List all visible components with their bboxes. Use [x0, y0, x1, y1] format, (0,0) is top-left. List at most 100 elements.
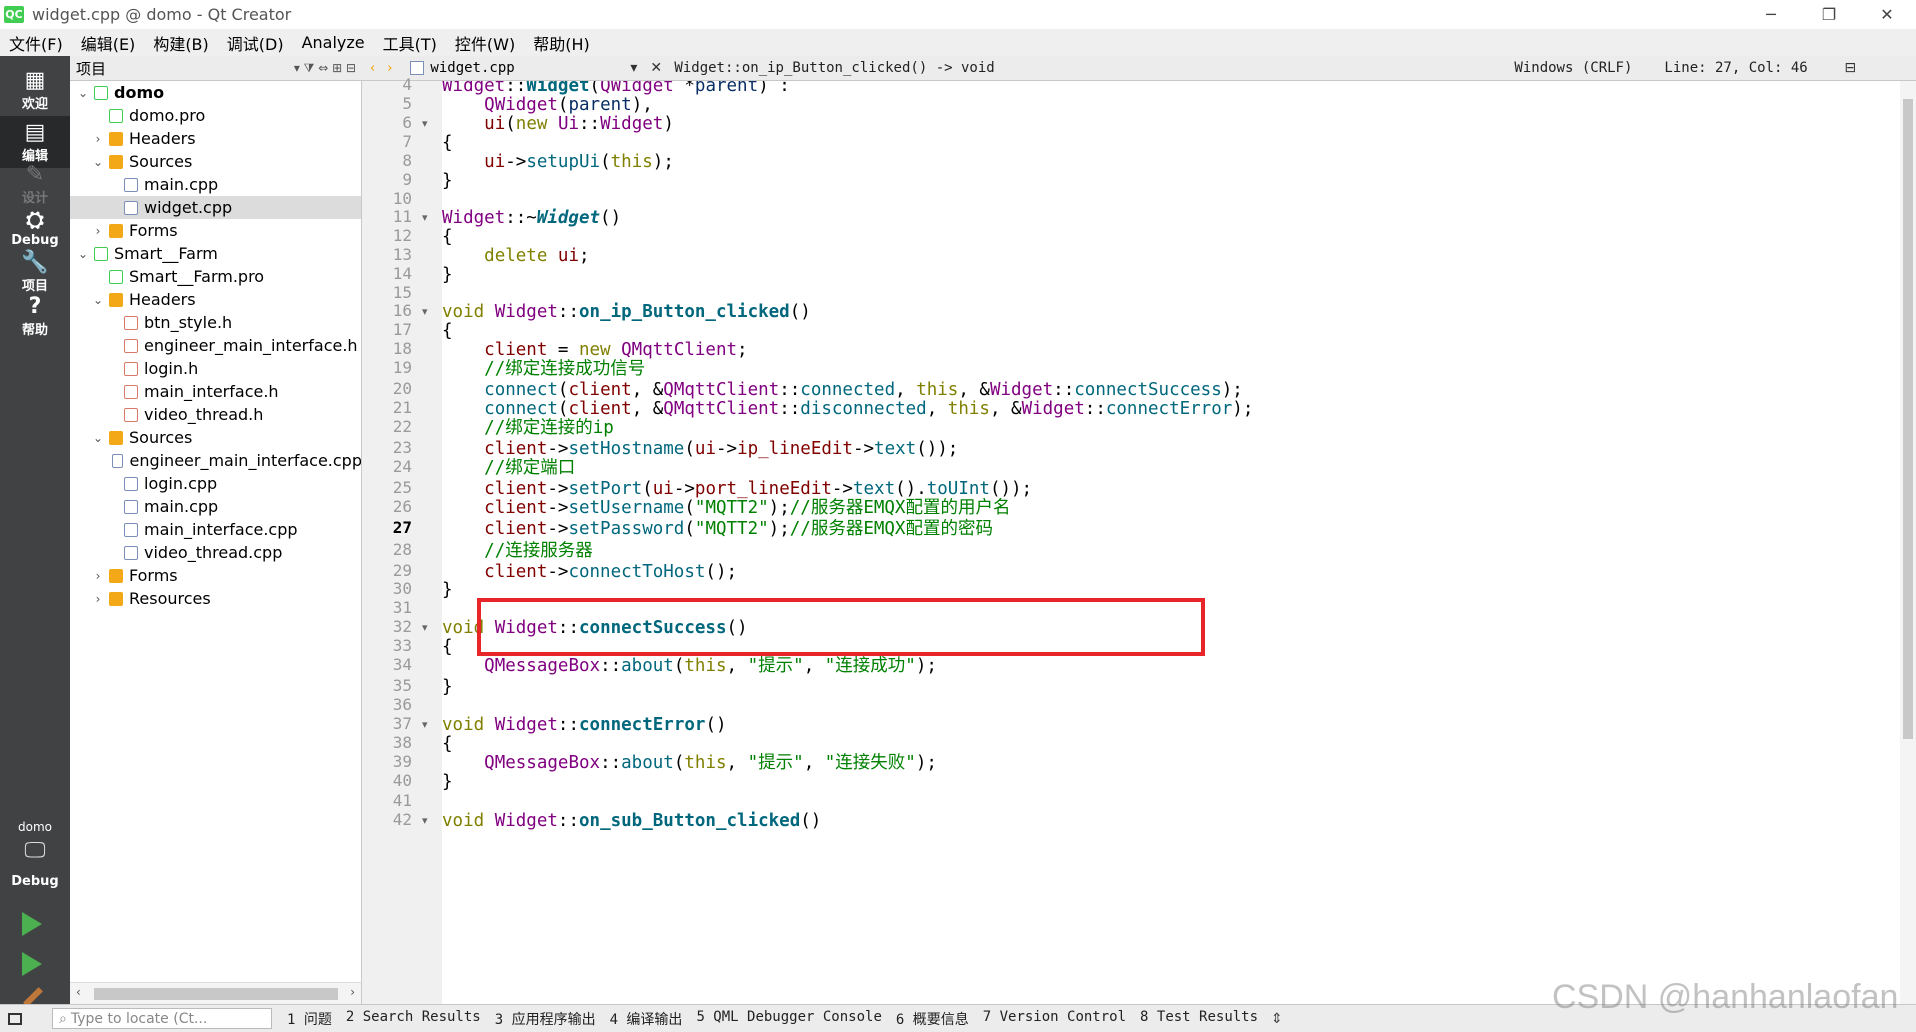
split-editor-icon[interactable]: ⊟: [1844, 60, 1856, 76]
expand-arrow-icon[interactable]: ⌄: [91, 293, 105, 307]
restore-icon[interactable]: ❐: [1800, 0, 1858, 29]
output-pane-tab[interactable]: 5 QML Debugger Console: [689, 1009, 888, 1029]
code-line[interactable]: //绑定连接的ip: [442, 417, 614, 439]
open-file-selector[interactable]: widget.cpp: [430, 60, 630, 76]
project-panel-title[interactable]: 项目: [76, 58, 106, 79]
scroll-right-icon[interactable]: ›: [350, 985, 355, 999]
more-panes-icon[interactable]: ⇕: [1271, 1011, 1283, 1027]
menu-item[interactable]: 工具(T): [374, 31, 446, 55]
fold-marker-icon[interactable]: ▾: [422, 211, 428, 224]
code-line[interactable]: ui->setupUi(this);: [442, 151, 674, 173]
nav-back-icon[interactable]: ‹: [370, 61, 375, 76]
expand-arrow-icon[interactable]: ›: [91, 132, 105, 146]
tree-item[interactable]: › Forms: [70, 219, 361, 242]
nav-forward-icon[interactable]: ›: [387, 61, 392, 76]
code-line[interactable]: }: [442, 676, 453, 698]
file-dropdown-icon[interactable]: ▾: [630, 60, 650, 76]
output-pane-tab[interactable]: 1 问题: [280, 1009, 339, 1029]
tree-item[interactable]: ⌄ Smart__Farm: [70, 242, 361, 265]
code-line[interactable]: delete ui;: [442, 245, 589, 267]
code-line[interactable]: client->connectToHost();: [442, 561, 737, 583]
menu-item[interactable]: 构建(B): [144, 31, 217, 55]
tree-item[interactable]: engineer_main_interface.cpp: [70, 449, 361, 472]
code-line[interactable]: }: [442, 170, 453, 192]
expand-arrow-icon[interactable]: ›: [91, 224, 105, 238]
tree-item[interactable]: › Headers: [70, 127, 361, 150]
mode-button[interactable]: ▦ 欢迎: [0, 64, 70, 116]
symbol-selector[interactable]: Widget::on_ip_Button_clicked() -> void: [674, 60, 1514, 76]
output-pane-tab[interactable]: 3 应用程序输出: [488, 1009, 603, 1029]
scrollbar-thumb[interactable]: [1903, 99, 1913, 739]
expand-arrow-icon[interactable]: ⌄: [76, 247, 90, 261]
run-icon[interactable]: [22, 912, 42, 936]
code-editor[interactable]: Widget::Widget(QWidget *parent) : QWidge…: [442, 81, 1900, 1004]
tree-item[interactable]: login.cpp: [70, 472, 361, 495]
mode-button[interactable]: ? 帮助: [0, 290, 70, 342]
code-line[interactable]: }: [442, 771, 453, 793]
tree-item[interactable]: widget.cpp: [70, 196, 361, 219]
code-line[interactable]: client->setPassword("MQTT2");//服务器EMQX配置…: [442, 518, 993, 540]
expand-arrow-icon[interactable]: ⌄: [91, 155, 105, 169]
tree-item[interactable]: video_thread.cpp: [70, 541, 361, 564]
code-line[interactable]: void Widget::on_sub_Button_clicked(): [442, 810, 821, 832]
output-pane-tab[interactable]: 8 Test Results: [1133, 1009, 1265, 1029]
menu-item[interactable]: 帮助(H): [524, 31, 599, 55]
tree-item[interactable]: ⌄ Headers: [70, 288, 361, 311]
tree-item[interactable]: main.cpp: [70, 495, 361, 518]
code-line[interactable]: //绑定端口: [442, 457, 575, 479]
close-file-icon[interactable]: ✕: [650, 60, 670, 76]
menu-item[interactable]: 控件(W): [446, 31, 524, 55]
locator-input[interactable]: ⌕ Type to locate (Ct...: [52, 1008, 272, 1029]
fold-marker-icon[interactable]: ▾: [422, 814, 428, 827]
code-line[interactable]: QMessageBox::about(this, "提示", "连接成功");: [442, 655, 937, 677]
output-pane-tab[interactable]: 2 Search Results: [339, 1009, 488, 1029]
code-line[interactable]: client->setUsername("MQTT2");//服务器EMQX配置…: [442, 497, 1010, 519]
scrollbar-thumb[interactable]: [94, 988, 338, 1000]
menu-item[interactable]: 文件(F): [0, 31, 72, 55]
close-icon[interactable]: ✕: [1858, 0, 1916, 29]
tree-item[interactable]: ⌄ Sources: [70, 150, 361, 173]
kit-build-config[interactable]: Debug: [0, 874, 70, 889]
menu-item[interactable]: 编辑(E): [72, 31, 145, 55]
debug-run-icon[interactable]: [22, 952, 42, 976]
tree-item[interactable]: video_thread.h: [70, 403, 361, 426]
tree-item[interactable]: main_interface.cpp: [70, 518, 361, 541]
expand-arrow-icon[interactable]: ⌄: [91, 431, 105, 445]
panel-toolbar-icons[interactable]: ▾ ⧩ ⇔ ⊞ ⊟: [294, 61, 356, 76]
tree-item[interactable]: main.cpp: [70, 173, 361, 196]
monitor-icon[interactable]: 🖵: [0, 838, 70, 863]
menu-item[interactable]: 调试(D): [218, 31, 293, 55]
tree-item[interactable]: login.h: [70, 357, 361, 380]
cursor-position[interactable]: Line: 27, Col: 46: [1664, 60, 1844, 76]
code-line[interactable]: }: [442, 264, 453, 286]
tree-item[interactable]: main_interface.h: [70, 380, 361, 403]
code-line[interactable]: //绑定连接成功信号: [442, 358, 645, 380]
code-line[interactable]: ui(new Ui::Widget): [442, 113, 674, 135]
tree-item[interactable]: domo.pro: [70, 104, 361, 127]
tree-item[interactable]: btn_style.h: [70, 311, 361, 334]
output-pane-tab[interactable]: 6 概要信息: [889, 1009, 976, 1029]
expand-arrow-icon[interactable]: ›: [91, 569, 105, 583]
code-line[interactable]: void Widget::on_ip_Button_clicked(): [442, 301, 811, 323]
fold-marker-icon[interactable]: ▾: [422, 621, 428, 634]
code-line[interactable]: Widget::~Widget(): [442, 207, 621, 229]
tree-item[interactable]: ⌄ domo: [70, 81, 361, 104]
fold-marker-icon[interactable]: ▾: [422, 305, 428, 318]
expand-arrow-icon[interactable]: ⌄: [76, 86, 90, 100]
project-tree-scrollbar[interactable]: ‹ ›: [70, 982, 362, 1004]
tree-item[interactable]: ⌄ Sources: [70, 426, 361, 449]
tree-item[interactable]: engineer_main_interface.h: [70, 334, 361, 357]
scroll-left-icon[interactable]: ‹: [76, 985, 81, 999]
tree-item[interactable]: › Forms: [70, 564, 361, 587]
code-line[interactable]: //连接服务器: [442, 540, 593, 562]
output-pane-tab[interactable]: 7 Version Control: [976, 1009, 1133, 1029]
code-line[interactable]: void Widget::connectError(): [442, 714, 727, 736]
code-line[interactable]: }: [442, 579, 453, 601]
expand-arrow-icon[interactable]: ›: [91, 592, 105, 606]
toggle-sidebar-icon[interactable]: [8, 1012, 22, 1025]
tree-item[interactable]: Smart__Farm.pro: [70, 265, 361, 288]
tree-item[interactable]: › Resources: [70, 587, 361, 610]
line-ending-selector[interactable]: Windows (CRLF): [1514, 60, 1664, 76]
output-pane-tab[interactable]: 4 编译输出: [603, 1009, 690, 1029]
code-line[interactable]: QMessageBox::about(this, "提示", "连接失败");: [442, 752, 937, 774]
